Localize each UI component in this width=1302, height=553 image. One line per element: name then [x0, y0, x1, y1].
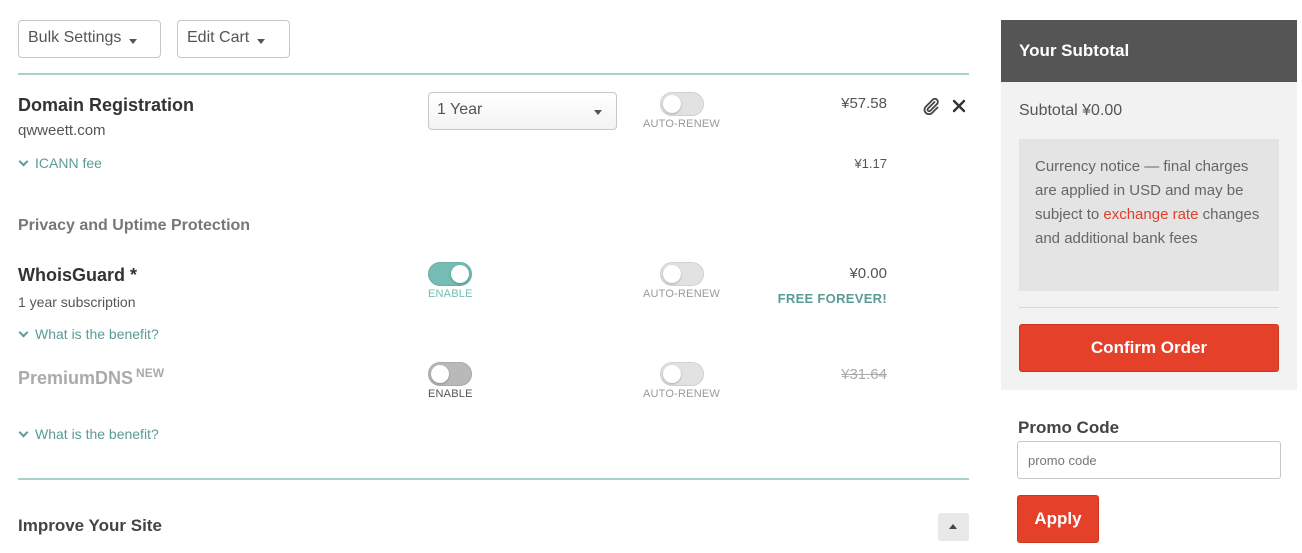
premiumdns-enable-toggle[interactable]: [428, 362, 472, 386]
improve-site-title: Improve Your Site: [18, 516, 162, 535]
confirm-order-button[interactable]: Confirm Order: [1019, 324, 1279, 372]
premiumdns-price: ¥31.64: [841, 366, 887, 383]
caret-down-icon: [257, 39, 266, 44]
premiumdns-benefit-label: What is the benefit?: [35, 426, 159, 442]
promo-code-input[interactable]: [1017, 441, 1281, 479]
subtotal-value: Subtotal ¥0.00: [1019, 102, 1123, 119]
whoisguard-free-label: FREE FOREVER!: [777, 291, 887, 306]
bulk-settings-label: Bulk Settings: [28, 29, 122, 46]
domain-price: ¥57.58: [841, 95, 887, 112]
chevron-down-icon: [18, 427, 29, 437]
whoisguard-benefit-label: What is the benefit?: [35, 326, 159, 342]
icann-fee-toggle[interactable]: ICANN fee: [18, 155, 102, 171]
whoisguard-enable-toggle[interactable]: [428, 262, 472, 286]
icann-fee-price: ¥1.17: [854, 156, 887, 171]
caret-down-icon: [594, 110, 602, 115]
term-select[interactable]: 1 Year: [428, 92, 617, 130]
domain-auto-renew-label: AUTO-RENEW: [643, 118, 720, 130]
collapse-button[interactable]: [938, 513, 969, 541]
currency-notice: Currency notice — final charges are appl…: [1019, 139, 1279, 291]
domain-registration-title: Domain Registration: [18, 95, 195, 115]
premiumdns-benefit-link[interactable]: What is the benefit?: [18, 426, 159, 442]
whoisguard-auto-renew-toggle[interactable]: [660, 262, 704, 286]
toggle-knob: [663, 265, 681, 283]
premiumdns-title-text: PremiumDNS: [18, 368, 134, 388]
whoisguard-auto-renew-label: AUTO-RENEW: [643, 288, 720, 300]
premiumdns-auto-renew-label: AUTO-RENEW: [643, 388, 720, 400]
term-select-value: 1 Year: [437, 101, 483, 118]
subtotal-panel: Your Subtotal Subtotal ¥0.00 Currency no…: [1001, 20, 1297, 390]
edit-cart-button[interactable]: Edit Cart: [177, 20, 290, 58]
toggle-knob: [431, 365, 449, 383]
whoisguard-title: WhoisGuard *: [18, 265, 138, 285]
exchange-rate-link[interactable]: exchange rate: [1103, 206, 1198, 223]
divider: [18, 478, 969, 480]
subtotal-header: Your Subtotal: [1001, 20, 1297, 82]
whoisguard-price: ¥0.00: [849, 265, 887, 282]
premiumdns-enable-label: ENABLE: [428, 388, 473, 400]
whoisguard-benefit-link[interactable]: What is the benefit?: [18, 326, 159, 342]
divider: [1019, 307, 1279, 308]
bulk-settings-button[interactable]: Bulk Settings: [18, 20, 161, 58]
icann-fee-label: ICANN fee: [35, 155, 102, 171]
domain-auto-renew-toggle[interactable]: [660, 92, 704, 116]
chevron-down-icon: [18, 156, 29, 166]
whoisguard-subtitle: 1 year subscription: [18, 294, 136, 310]
edit-cart-label: Edit Cart: [187, 29, 250, 46]
toggle-knob: [451, 265, 469, 283]
paperclip-icon[interactable]: [922, 97, 940, 116]
privacy-section-title: Privacy and Uptime Protection: [18, 217, 251, 234]
promo-code-label: Promo Code: [1018, 418, 1120, 437]
whoisguard-enable-label: ENABLE: [428, 288, 473, 300]
close-icon[interactable]: [951, 98, 967, 114]
apply-button[interactable]: Apply: [1017, 495, 1099, 543]
chevron-down-icon: [18, 327, 29, 337]
domain-name: qwweett.com: [18, 122, 106, 139]
divider: [18, 73, 969, 75]
premiumdns-auto-renew-toggle[interactable]: [660, 362, 704, 386]
premiumdns-title: PremiumDNS NEW: [18, 366, 164, 389]
toggle-knob: [663, 95, 681, 113]
caret-up-icon: [949, 524, 957, 529]
toggle-knob: [663, 365, 681, 383]
new-badge: NEW: [136, 366, 165, 380]
caret-down-icon: [129, 39, 138, 44]
